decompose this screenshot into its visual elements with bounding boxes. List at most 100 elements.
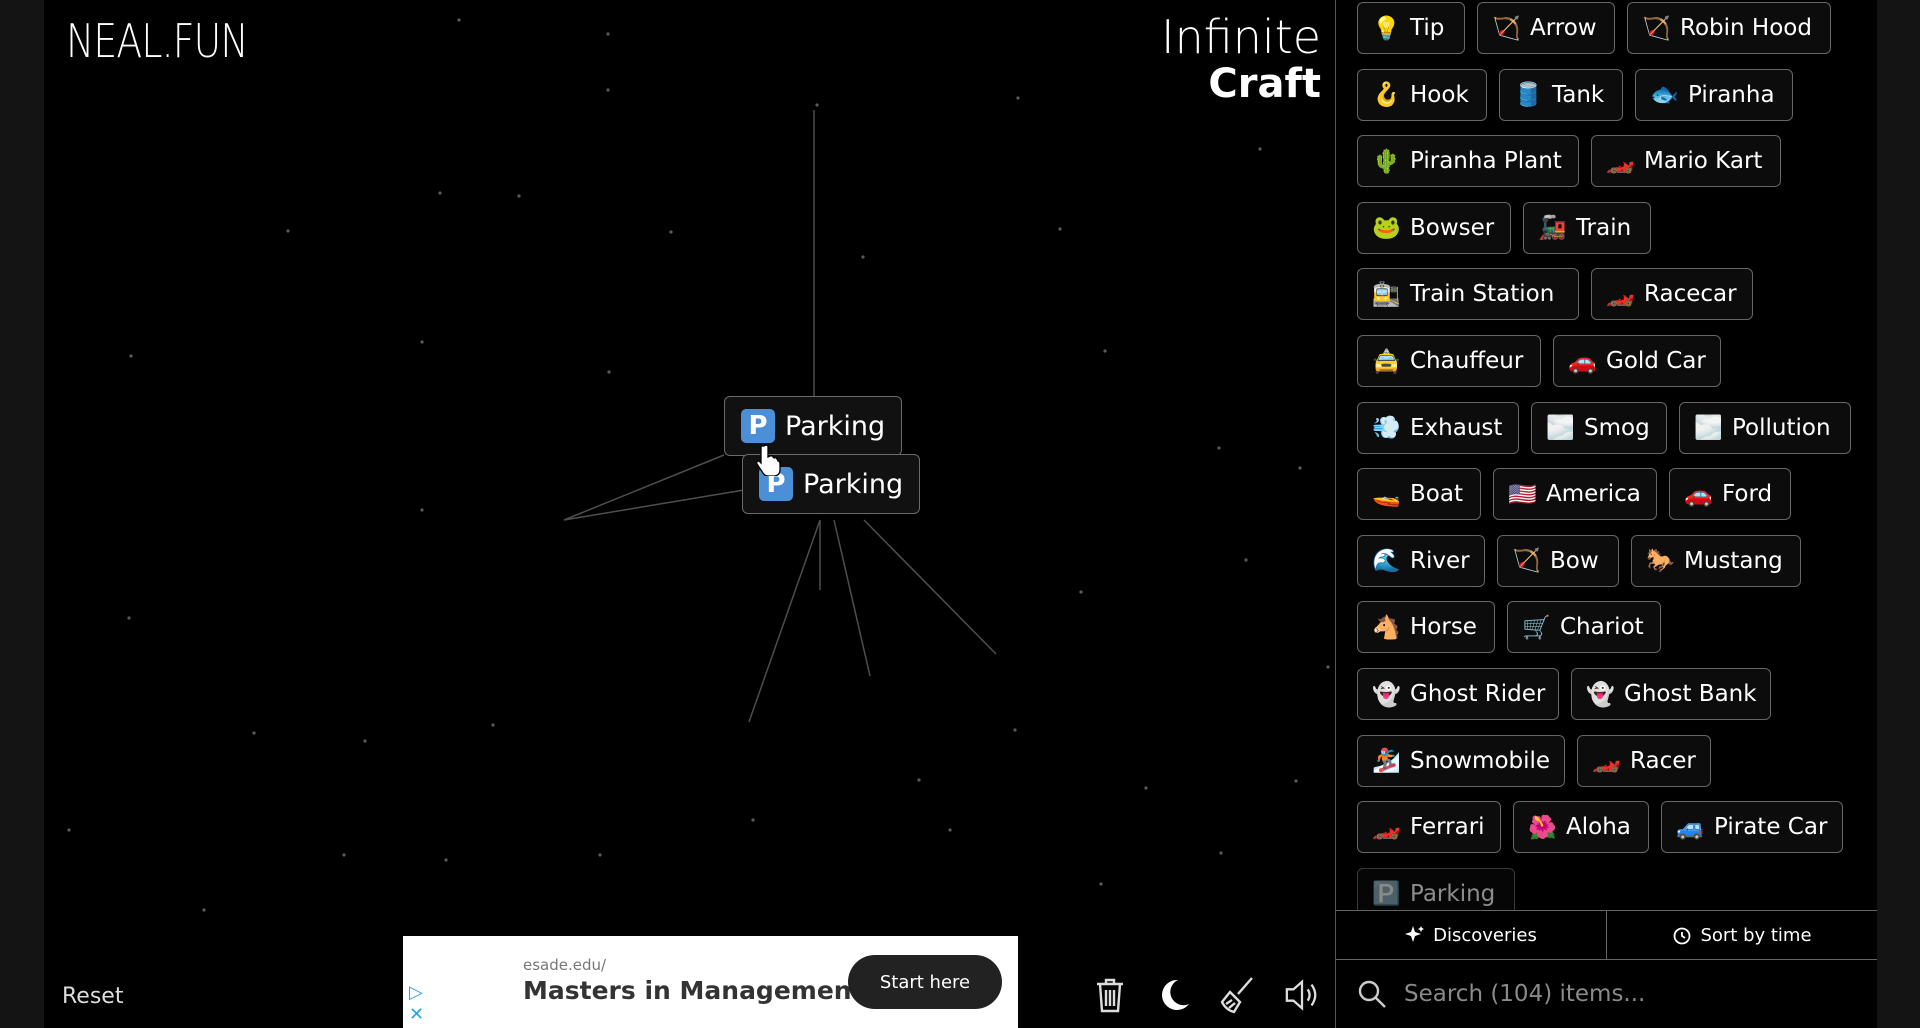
- item-label: Bow: [1550, 547, 1599, 574]
- sidebar-item-racer[interactable]: 🏎️ Racer: [1577, 734, 1711, 787]
- sidebar-item-parking[interactable]: 🅿️ Parking: [1357, 867, 1515, 910]
- brand-line-2: Craft: [1208, 61, 1321, 107]
- ad-choices-icon[interactable]: ▷: [409, 982, 423, 1003]
- sidebar-item-aloha[interactable]: 🌺 Aloha: [1513, 801, 1649, 854]
- canvas-item-label: Parking: [785, 410, 886, 442]
- item-label: Ford: [1722, 481, 1773, 508]
- sidebar-item-chauffeur[interactable]: 🚖 Chauffeur: [1357, 335, 1541, 387]
- item-label: Pirate Car: [1714, 814, 1828, 841]
- item-emoji-icon: 🅿️: [1372, 881, 1401, 908]
- search-bar: [1336, 960, 1877, 1028]
- ad-banner[interactable]: ▷ ✕ esade.edu/ Masters in Management Sta…: [403, 936, 1018, 1028]
- trash-icon[interactable]: [1092, 975, 1128, 1015]
- right-letterbox: [1876, 0, 1920, 1028]
- item-emoji-icon: 👻: [1372, 681, 1401, 708]
- sidebar-item-bow[interactable]: 🏹 Bow: [1497, 534, 1619, 587]
- item-label: Robin Hood: [1680, 15, 1812, 41]
- sidebar-item-horse[interactable]: 🐴 Horse: [1357, 601, 1495, 654]
- sidebar-item-ghost-rider[interactable]: 👻 Ghost Rider: [1357, 668, 1559, 720]
- sidebar-tabs: Discoveries Sort by time: [1336, 910, 1877, 960]
- item-emoji-icon: 🌫️: [1546, 415, 1575, 442]
- item-emoji-icon: 🏎️: [1592, 748, 1621, 775]
- item-label: Gold Car: [1606, 348, 1706, 374]
- item-emoji-icon: 🌫️: [1694, 415, 1723, 442]
- item-label: Smog: [1584, 414, 1650, 441]
- tab-sort-by-time[interactable]: Sort by time: [1606, 911, 1877, 959]
- item-emoji-icon: 👻: [1586, 681, 1615, 708]
- sidebar-item-arrow[interactable]: 🏹 Arrow: [1477, 2, 1615, 54]
- item-label: Piranha: [1688, 81, 1775, 108]
- sidebar-item-tank[interactable]: 🛢️ Tank: [1499, 68, 1623, 121]
- sidebar-item-train-station[interactable]: 🚉 Train Station: [1357, 268, 1579, 321]
- sidebar-item-ghost-bank[interactable]: 👻 Ghost Bank: [1571, 668, 1771, 720]
- item-label: America: [1546, 481, 1641, 508]
- item-label: Snowmobile: [1410, 747, 1551, 774]
- sidebar-item-bowser[interactable]: 🐸 Bowser: [1357, 201, 1511, 254]
- item-emoji-icon: 🐟: [1650, 82, 1679, 109]
- neal-fun-logo[interactable]: NEAL.FUN: [66, 14, 249, 68]
- sidebar-item-ford[interactable]: 🚗 Ford: [1669, 468, 1791, 521]
- item-label: Boat: [1410, 481, 1463, 508]
- item-emoji-icon: 🏎️: [1606, 148, 1635, 175]
- sidebar-item-piranha[interactable]: 🐟 Piranha: [1635, 68, 1793, 121]
- sidebar-item-pollution[interactable]: 🌫️ Pollution: [1679, 401, 1851, 454]
- ad-title[interactable]: Masters in Management: [523, 976, 864, 1005]
- item-emoji-icon: 🏂: [1372, 748, 1401, 775]
- infinite-craft-brand: Infinite Craft: [1161, 14, 1321, 104]
- sidebar-item-racecar[interactable]: 🏎️ Racecar: [1591, 268, 1753, 321]
- sidebar-item-chariot[interactable]: 🛒 Chariot: [1507, 601, 1661, 654]
- item-emoji-icon: 🏎️: [1372, 814, 1401, 841]
- sidebar-item-exhaust[interactable]: 💨 Exhaust: [1357, 401, 1519, 454]
- craft-canvas[interactable]: NEAL.FUN Infinite Craft P Parking P Park…: [44, 0, 1335, 1028]
- tab-discoveries[interactable]: Discoveries: [1336, 911, 1606, 959]
- sidebar-item-snowmobile[interactable]: 🏂 Snowmobile: [1357, 734, 1565, 787]
- hand-cursor-icon: [756, 444, 781, 476]
- search-input[interactable]: [1402, 980, 1846, 1008]
- sidebar-item-mario-kart[interactable]: 🏎️ Mario Kart: [1591, 135, 1781, 188]
- item-emoji-icon: 🛢️: [1514, 82, 1543, 109]
- sidebar-item-mustang[interactable]: 🐎 Mustang: [1631, 534, 1801, 587]
- sidebar-item-america[interactable]: 🇺🇸 America: [1493, 468, 1657, 521]
- tab-discoveries-label: Discoveries: [1433, 924, 1537, 946]
- item-label: Parking: [1410, 880, 1496, 907]
- item-label: Pollution: [1732, 414, 1831, 441]
- item-label: River: [1410, 547, 1470, 574]
- item-emoji-icon: 🏹: [1492, 15, 1521, 42]
- clock-icon: [1674, 927, 1691, 945]
- moon-icon[interactable]: [1156, 975, 1192, 1015]
- sidebar-item-hook[interactable]: 🪝 Hook: [1357, 68, 1487, 121]
- parking-icon: P: [741, 409, 775, 443]
- search-icon: [1358, 980, 1386, 1008]
- item-label: Train Station: [1410, 281, 1555, 308]
- sidebar-item-boat[interactable]: 🚤 Boat: [1357, 468, 1481, 521]
- item-label: Racecar: [1644, 281, 1737, 308]
- ad-cta-button[interactable]: Start here: [848, 955, 1002, 1009]
- item-label: Horse: [1410, 614, 1477, 641]
- sidebar-item-smog[interactable]: 🌫️ Smog: [1531, 401, 1667, 454]
- sidebar-item-pirate-car[interactable]: 🚙 Pirate Car: [1661, 801, 1843, 854]
- item-emoji-icon: 🚙: [1676, 814, 1705, 841]
- ad-domain: esade.edu/: [523, 956, 607, 974]
- item-label: Exhaust: [1410, 414, 1503, 441]
- ad-close-icon[interactable]: ✕: [409, 1004, 424, 1025]
- speaker-icon[interactable]: [1284, 975, 1320, 1015]
- connection-lines: [563, 110, 997, 723]
- item-emoji-icon: 🚗: [1568, 348, 1597, 375]
- sidebar-item-robin-hood[interactable]: 🏹 Robin Hood: [1627, 2, 1831, 54]
- broom-icon[interactable]: [1220, 975, 1256, 1015]
- item-list[interactable]: 💡 Tip 🏹 Arrow 🏹 Robin Hood 🪝 Hook 🛢️ Tank 🐟 Piranha…: [1336, 0, 1877, 910]
- sidebar-item-river[interactable]: 🌊 River: [1357, 534, 1485, 587]
- left-letterbox: [0, 0, 44, 1028]
- reset-button[interactable]: Reset: [62, 984, 123, 1009]
- sidebar-item-gold-car[interactable]: 🚗 Gold Car: [1553, 335, 1721, 387]
- sidebar-item-ferrari[interactable]: 🏎️ Ferrari: [1357, 801, 1501, 854]
- sidebar-item-train[interactable]: 🚂 Train: [1523, 201, 1651, 254]
- item-emoji-icon: 🛒: [1522, 614, 1551, 641]
- canvas-item-parking[interactable]: P Parking: [724, 396, 903, 456]
- sidebar-item-piranha-plant[interactable]: 🌵 Piranha Plant: [1357, 135, 1579, 188]
- item-label: Arrow: [1530, 15, 1597, 41]
- item-emoji-icon: 🚉: [1372, 281, 1401, 308]
- sidebar-item-tip[interactable]: 💡 Tip: [1357, 2, 1465, 54]
- item-emoji-icon: 🪝: [1372, 82, 1401, 109]
- item-label: Chauffeur: [1410, 348, 1524, 374]
